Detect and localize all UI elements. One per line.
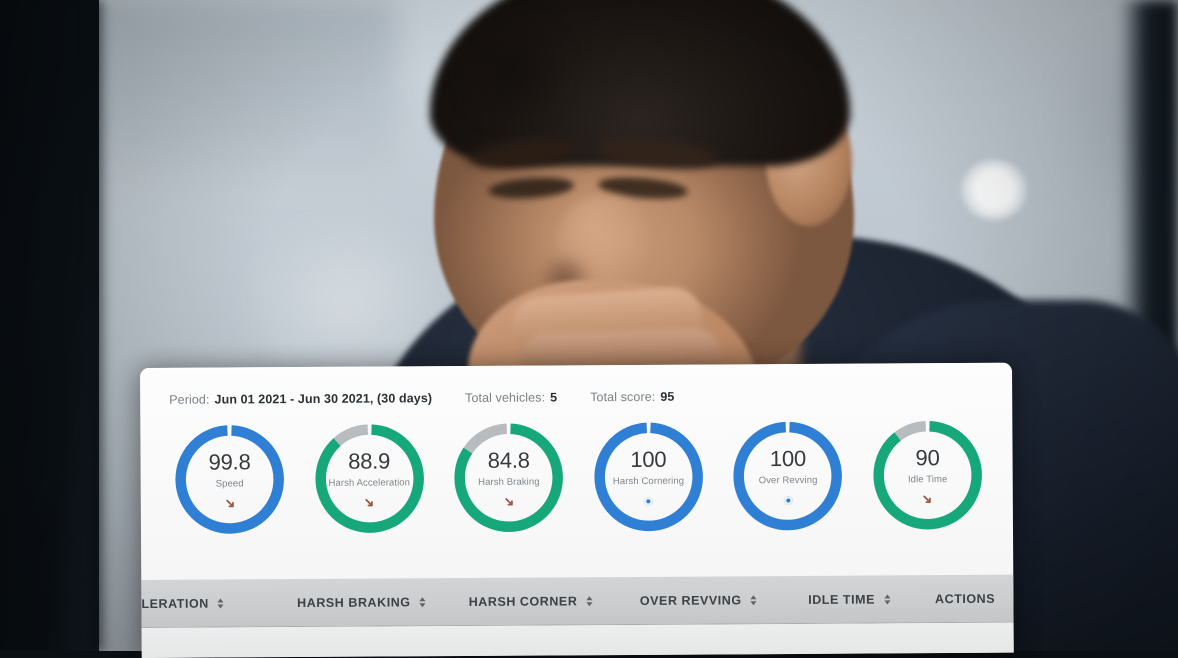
total-score-value: 95	[660, 389, 675, 404]
gauge-label: Idle Time	[907, 473, 948, 485]
total-vehicles-value: 5	[550, 390, 558, 405]
gauge-value: 88.9	[348, 447, 391, 474]
sort-toggle-icon[interactable]	[750, 594, 757, 605]
gauge-value: 90	[915, 444, 940, 470]
column-header-harsh-corner[interactable]: HARSH CORNER	[446, 594, 615, 609]
gauge-trend	[363, 496, 376, 509]
gauge-center: 88.9 Harsh Acceleration	[310, 419, 429, 538]
gauge-value: 99.8	[208, 448, 251, 475]
total-vehicles-label: Total vehicles:	[465, 390, 546, 406]
gauge-trend	[502, 495, 515, 508]
gauge-label: Harsh Cornering	[612, 475, 685, 487]
trend-flat-icon	[783, 495, 793, 505]
gauge-harsh-cornering[interactable]: 100 Harsh Cornering	[589, 418, 708, 537]
gauge-trend	[921, 493, 934, 506]
gauge-center: 84.8 Harsh Braking	[450, 418, 569, 537]
period-label: Period:	[169, 392, 210, 407]
scores-table-header: LERATION HARSH BRAKING HARSH CORNER OVER RE…	[141, 574, 1014, 628]
total-score-label: Total score:	[590, 389, 656, 405]
gauge-label: Speed	[215, 477, 244, 490]
column-header-actions: ACTIONS	[917, 591, 1014, 606]
period-value: Jun 01 2021 - Jun 30 2021, (30 days)	[214, 391, 433, 407]
trend-down-arrow-icon	[502, 495, 515, 508]
scores-table-body	[141, 622, 1014, 658]
gauge-harsh-acceleration[interactable]: 88.9 Harsh Acceleration	[310, 419, 429, 538]
column-header-label: HARSH BRAKING	[297, 594, 411, 610]
total-vehicles-meta: Total vehicles: 5	[465, 390, 557, 405]
column-header-label: ACTIONS	[934, 591, 996, 606]
gauge-trend	[644, 494, 654, 507]
gauge-idle-time[interactable]: 90 Idle Time	[868, 416, 987, 535]
gauge-trend	[783, 494, 793, 507]
gauge-center: 90 Idle Time	[868, 416, 987, 535]
gauge-value: 84.8	[487, 447, 530, 473]
column-header-harsh-braking[interactable]: HARSH BRAKING	[277, 595, 446, 610]
gauge-center: 100 Harsh Cornering	[589, 418, 708, 537]
gauge-label: Harsh Braking	[478, 476, 540, 488]
score-gauge-row: 99.8 Speed 88.9 Harsh Acceleration 84.8 Harsh…	[140, 402, 1013, 539]
gauge-label: Over Revving	[758, 474, 818, 486]
gauge-trend	[223, 497, 236, 510]
column-header-label: LERATION	[141, 596, 209, 611]
column-header-over-revving[interactable]: OVER REVVING	[615, 593, 781, 608]
column-header-idle-time[interactable]: IDLE TIME	[781, 592, 916, 607]
total-score-meta: Total score: 95	[590, 390, 674, 405]
trend-down-arrow-icon	[363, 496, 376, 509]
column-header-label: OVER REVVING	[639, 592, 742, 608]
column-header-label: HARSH CORNER	[468, 593, 578, 609]
gauge-center: 100 Over Revving	[729, 417, 848, 536]
sort-toggle-icon[interactable]	[586, 595, 593, 606]
column-header-label: IDLE TIME	[808, 592, 875, 607]
gauge-harsh-braking[interactable]: 84.8 Harsh Braking	[450, 418, 569, 537]
gauge-speed[interactable]: 99.8 Speed	[170, 420, 289, 539]
trend-flat-icon	[644, 496, 654, 506]
gauge-label: Harsh Acceleration	[328, 476, 411, 489]
trend-down-arrow-icon	[223, 497, 236, 510]
sort-toggle-icon[interactable]	[217, 597, 224, 609]
trend-down-arrow-icon	[921, 493, 934, 506]
sort-toggle-icon[interactable]	[883, 593, 890, 604]
sort-toggle-icon[interactable]	[419, 596, 426, 607]
gauge-center: 99.8 Speed	[170, 420, 289, 539]
driver-behaviour-dashboard-card: Period: Jun 01 2021 - Jun 30 2021, (30 d…	[140, 362, 1014, 658]
gauge-over-revving[interactable]: 100 Over Revving	[729, 417, 848, 536]
period-meta: Period: Jun 01 2021 - Jun 30 2021, (30 d…	[169, 391, 432, 407]
summary-bar: Period: Jun 01 2021 - Jun 30 2021, (30 d…	[140, 363, 1012, 407]
column-header-leration[interactable]: LERATION	[141, 596, 276, 611]
gauge-value: 100	[769, 445, 807, 471]
gauge-value: 100	[630, 446, 667, 472]
